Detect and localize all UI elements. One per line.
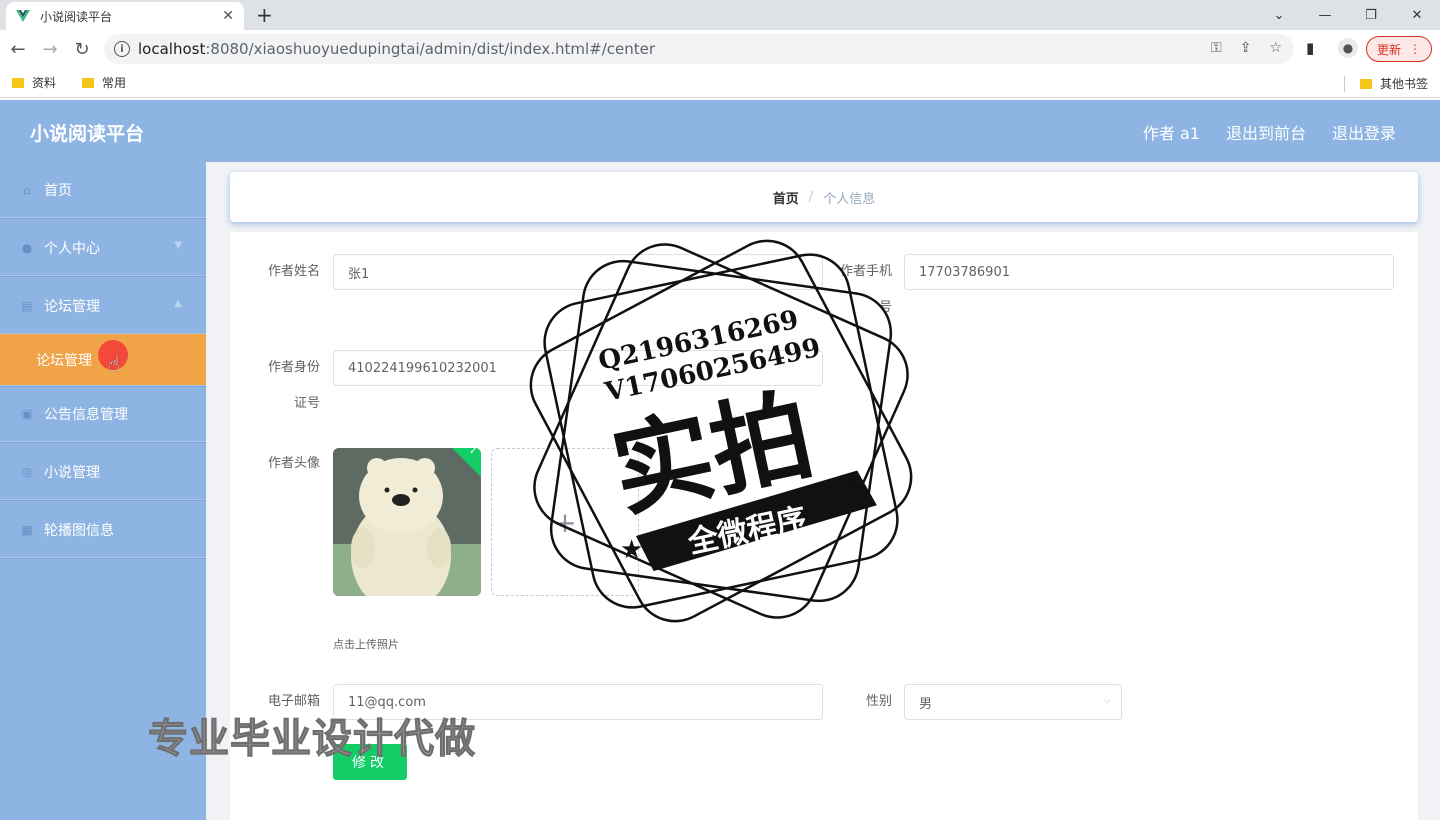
hand-cursor-icon: ☝ [108, 352, 121, 376]
folder-icon [12, 77, 24, 88]
close-window-icon[interactable]: ✕ [1394, 0, 1440, 30]
sidebar-item-forum[interactable]: ▤ 论坛管理 ▲ [0, 278, 206, 334]
bookmark-folder[interactable]: 常用 [82, 74, 126, 91]
bookmark-folder[interactable]: 资料 [12, 74, 56, 91]
url-host: localhost [138, 40, 206, 58]
folder-icon [82, 77, 95, 88]
gender-value: 男 [919, 696, 933, 712]
author-phone-input[interactable]: 17703786901 [904, 254, 1394, 290]
url-input[interactable]: i localhost:8080/xiaoshuoyuedupingtai/ad… [104, 34, 1294, 64]
tab-close-icon[interactable]: ✕ [222, 8, 234, 24]
folder-icon [1359, 78, 1372, 89]
sidebar-item-label: 论坛管理 [44, 298, 100, 315]
author-id-label-line2: 证号 [293, 396, 320, 411]
sidebar-item-label: 论坛管理 [36, 352, 92, 369]
author-name-input[interactable]: 张1 [333, 254, 823, 290]
bookmarks-divider [1344, 76, 1345, 92]
plus-icon: + [553, 505, 577, 539]
url-path: :8080/xiaoshuoyuedupingtai/admin/dist/in… [205, 40, 656, 58]
grid-icon: ▦ [21, 522, 33, 537]
share-icon[interactable]: ⇪ [1240, 40, 1252, 56]
sidebar-item-label: 小说管理 [44, 464, 100, 481]
overlay-watermark-text: 专业毕业设计代做 [148, 716, 476, 763]
author-name-label: 作者姓名 [267, 264, 320, 279]
bookmarks-bar: 资料 常用 其他书签 [0, 68, 1440, 98]
vue-logo-icon [16, 10, 30, 22]
bookmark-label: 资料 [32, 76, 57, 90]
star-icon[interactable]: ☆ [1269, 40, 1282, 56]
author-avatar-label: 作者头像 [267, 456, 320, 471]
chevron-down-icon: ⌵ [1103, 695, 1111, 706]
minimize-icon[interactable]: — [1302, 0, 1348, 30]
other-bookmarks[interactable]: 其他书签 [1359, 75, 1428, 92]
forum-icon: ▤ [21, 298, 33, 313]
browser-tab[interactable]: 小说阅读平台 ✕ [6, 2, 244, 30]
side-panel-icon[interactable]: ▮ [1306, 39, 1314, 57]
sidebar-item-carousel[interactable]: ▦ 轮播图信息 [0, 502, 206, 558]
breadcrumb: 首页 / 个人信息 [230, 172, 1418, 222]
author-phone-label: 作者手机 [839, 264, 892, 279]
author-id-input[interactable]: 410224199610232001 [333, 350, 823, 386]
key-icon[interactable]: ⚿ [1211, 40, 1222, 56]
sidebar-item-home[interactable]: ⌂ 首页 [0, 162, 206, 218]
sidebar-item-label: 轮播图信息 [44, 522, 114, 539]
site-info-icon[interactable]: i [114, 41, 130, 57]
app-title: 小说阅读平台 [30, 123, 145, 145]
book-icon: ◎ [21, 464, 33, 479]
tab-search-icon[interactable]: ⌄ [1256, 0, 1302, 30]
gender-select[interactable]: 男 ⌵ [904, 684, 1122, 720]
bookmark-label: 常用 [102, 76, 127, 90]
author-id-label: 作者身份 [267, 360, 320, 375]
home-icon: ⌂ [23, 182, 31, 197]
profile-avatar-icon[interactable]: ● [1338, 38, 1358, 58]
address-bar: ← → ↻ i localhost:8080/xiaoshuoyueduping… [0, 30, 1440, 68]
sidebar-item-novel[interactable]: ◎ 小说管理 [0, 444, 206, 500]
breadcrumb-current: 个人信息 [823, 191, 876, 207]
app-header: 小说阅读平台 作者 a1 退出到前台 退出登录 [0, 100, 1440, 162]
restore-icon[interactable]: ❐ [1348, 0, 1394, 30]
browser-tab-bar: 小说阅读平台 ✕ + ⌄ — ❐ ✕ [0, 0, 1440, 30]
breadcrumb-separator: / [808, 189, 814, 205]
update-label: 更新 [1376, 42, 1401, 57]
menu-dots-icon: ⋮ [1409, 42, 1421, 56]
chevron-down-icon: ▼ [174, 240, 182, 251]
notice-icon: ▣ [21, 406, 33, 421]
bear-avatar-icon [333, 448, 481, 596]
breadcrumb-home[interactable]: 首页 [773, 188, 799, 207]
back-icon[interactable]: ← [2, 33, 34, 65]
tab-title: 小说阅读平台 [40, 9, 113, 24]
sidebar-item-label: 个人中心 [44, 240, 100, 257]
sidebar-item-profile[interactable]: ● 个人中心 ▼ [0, 220, 206, 276]
chevron-up-icon: ▲ [174, 298, 182, 309]
avatar-image[interactable]: ✓ [333, 448, 481, 596]
sidebar-item-notice[interactable]: ▣ 公告信息管理 [0, 386, 206, 442]
sidebar-item-label: 公告信息管理 [44, 406, 128, 423]
other-bookmarks-label: 其他书签 [1379, 77, 1428, 91]
exit-to-front-link[interactable]: 退出到前台 [1226, 120, 1306, 144]
sidebar-item-label: 首页 [44, 182, 72, 199]
reload-icon[interactable]: ↻ [66, 33, 98, 65]
check-icon: ✓ [469, 448, 478, 458]
current-user: 作者 a1 [1142, 124, 1200, 143]
upload-tip: 点击上传照片 [333, 638, 399, 651]
logout-link[interactable]: 退出登录 [1332, 120, 1396, 144]
new-tab-icon[interactable]: + [256, 3, 273, 27]
forward-icon[interactable]: → [34, 33, 66, 65]
user-icon: ● [21, 240, 33, 255]
gender-label: 性别 [865, 694, 892, 709]
avatar-uploader[interactable]: + [491, 448, 639, 596]
author-phone-label-suffix: 号 [878, 300, 892, 315]
update-button[interactable]: 更新 ⋮ [1366, 36, 1432, 62]
